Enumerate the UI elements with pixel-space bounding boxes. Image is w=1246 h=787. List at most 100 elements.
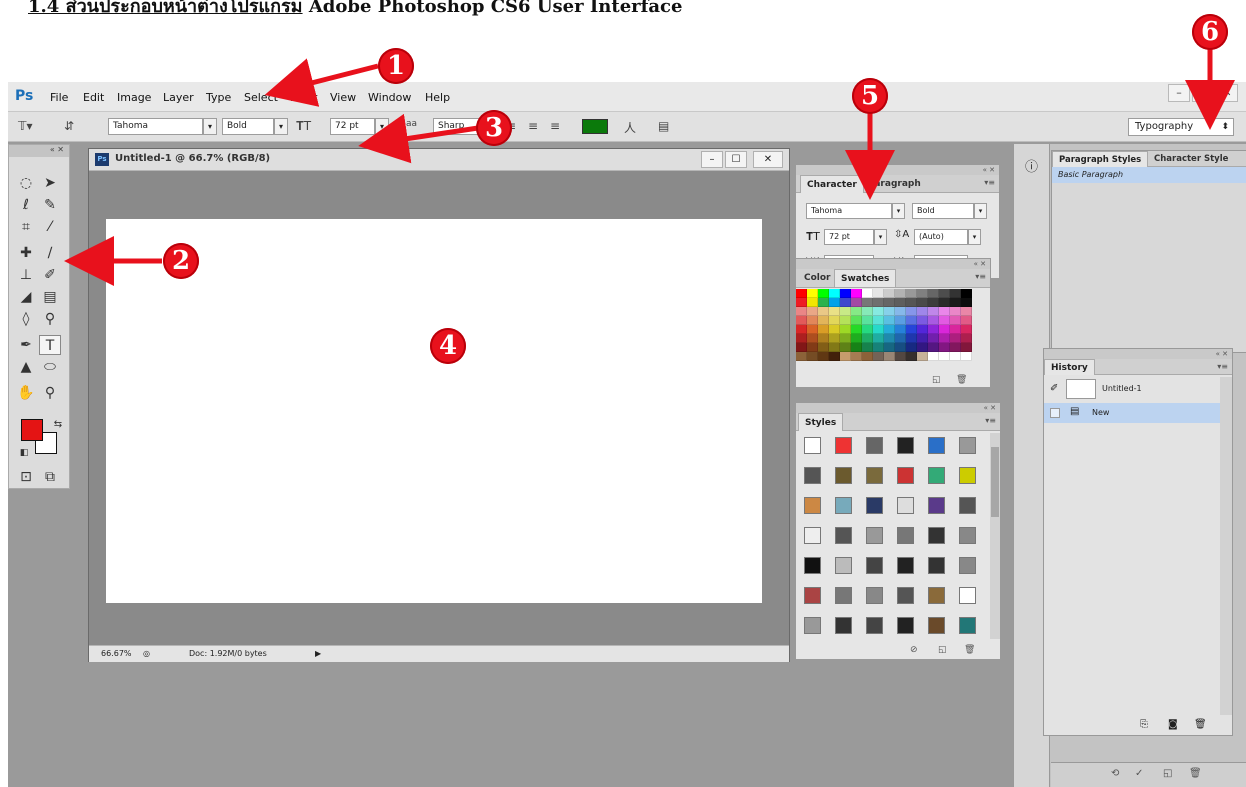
menu-window[interactable]: Window <box>368 91 411 104</box>
zoom-tool-icon[interactable]: ⚲ <box>39 383 61 403</box>
tab-character[interactable]: Character <box>800 175 864 193</box>
styles-panel-menu-icon[interactable]: ▾≡ <box>985 416 996 425</box>
style-thumbnail[interactable] <box>804 467 821 484</box>
character-font-dropdown[interactable]: ▾ <box>892 203 905 219</box>
style-thumbnail[interactable] <box>835 617 852 634</box>
history-panel-menu-icon[interactable]: ▾≡ <box>1217 362 1228 371</box>
doc-close-button[interactable]: ✕ <box>753 151 783 168</box>
style-thumbnail[interactable] <box>835 497 852 514</box>
style-thumbnail[interactable] <box>959 557 976 574</box>
menu-view[interactable]: View <box>330 91 356 104</box>
tab-character-styles[interactable]: Character Style <box>1148 151 1234 167</box>
pen-tool-icon[interactable]: ✒ <box>15 335 37 355</box>
tab-styles[interactable]: Styles <box>798 413 844 431</box>
style-thumbnail[interactable] <box>866 557 883 574</box>
character-panel-collapse[interactable]: « ✕ <box>796 165 999 175</box>
gradient-tool-icon[interactable]: ▤ <box>39 287 61 307</box>
clone-stamp-tool-icon[interactable]: ⊥ <box>15 265 37 285</box>
style-thumbnail[interactable] <box>928 467 945 484</box>
style-item-basic-paragraph[interactable]: Basic Paragraph <box>1052 167 1246 183</box>
styles-scroll-thumb[interactable] <box>991 447 999 517</box>
style-thumbnail[interactable] <box>835 437 852 454</box>
font-family-field[interactable]: Tahoma <box>108 118 203 135</box>
style-thumbnail[interactable] <box>959 497 976 514</box>
character-size-dropdown[interactable]: ▾ <box>874 229 887 245</box>
new-style-icon[interactable]: ◱ <box>938 645 947 655</box>
character-style-dropdown[interactable]: ▾ <box>974 203 987 219</box>
healing-brush-tool-icon[interactable]: ✚ <box>15 243 37 263</box>
styles-scrollbar[interactable] <box>990 433 1000 639</box>
history-brush-tool-icon[interactable]: ✐ <box>39 265 61 285</box>
style-thumbnail[interactable] <box>959 617 976 634</box>
swatches-panel-menu-icon[interactable]: ▾≡ <box>975 272 986 281</box>
style-thumbnail[interactable] <box>804 437 821 454</box>
screen-mode-icon[interactable]: ⧉ <box>39 467 61 487</box>
dodge-tool-icon[interactable]: ⚲ <box>39 309 61 329</box>
style-thumbnail[interactable] <box>897 527 914 544</box>
doc-maximize-button[interactable]: ☐ <box>725 151 747 168</box>
default-colors-icon[interactable]: ◧ <box>13 443 35 463</box>
info-icon[interactable]: ⓘ <box>1025 156 1038 175</box>
delete-style-icon[interactable]: 🗑 <box>964 645 975 655</box>
ellipse-tool-icon[interactable]: ⬭ <box>39 357 61 377</box>
style-thumbnail[interactable] <box>866 587 883 604</box>
lasso-tool-icon[interactable]: ℓ <box>15 195 37 215</box>
leading-dropdown[interactable]: ▾ <box>968 229 981 245</box>
new-snapshot-icon[interactable]: ◙ <box>1168 719 1178 730</box>
history-panel-collapse[interactable]: « ✕ <box>1044 349 1232 359</box>
swatch-grid[interactable] <box>796 289 972 361</box>
history-state-new[interactable]: ▤ New <box>1044 403 1220 423</box>
character-font-field[interactable]: Tahoma <box>806 203 892 219</box>
menu-type[interactable]: Type <box>206 91 231 104</box>
font-size-field[interactable]: 72 pt <box>330 118 375 135</box>
style-thumbnail[interactable] <box>804 527 821 544</box>
style-thumbnail[interactable] <box>804 557 821 574</box>
style-thumbnail[interactable] <box>959 467 976 484</box>
delete-swatch-icon[interactable]: 🗑 <box>956 375 967 385</box>
delete-state-icon[interactable]: 🗑 <box>1194 719 1207 730</box>
tab-paragraph-styles[interactable]: Paragraph Styles <box>1052 151 1149 167</box>
text-color-swatch[interactable] <box>582 119 608 134</box>
style-thumbnail[interactable] <box>866 617 883 634</box>
menu-file[interactable]: File <box>50 91 68 104</box>
swatches-panel-collapse[interactable]: « ✕ <box>796 259 990 269</box>
clear-override-icon[interactable]: ⟲ <box>1111 768 1119 779</box>
style-thumbnail[interactable] <box>866 467 883 484</box>
crop-tool-icon[interactable]: ⌗ <box>15 217 37 237</box>
style-thumbnail[interactable] <box>835 467 852 484</box>
style-thumbnail[interactable] <box>804 617 821 634</box>
path-selection-tool-icon[interactable]: ▲ <box>15 357 37 377</box>
style-thumbnail[interactable] <box>928 557 945 574</box>
new-swatch-icon[interactable]: ◱ <box>932 375 941 385</box>
history-scrollbar[interactable] <box>1220 377 1232 715</box>
style-thumbnail[interactable] <box>866 527 883 544</box>
new-document-from-state-icon[interactable]: ⎘ <box>1140 719 1148 730</box>
align-right-icon[interactable]: ≡ <box>550 119 560 133</box>
tab-color[interactable]: Color <box>798 269 837 287</box>
font-style-dropdown[interactable]: ▾ <box>274 118 288 135</box>
move-tool-icon[interactable]: ➤ <box>39 173 61 193</box>
brush-tool-icon[interactable]: ∕ <box>39 243 61 263</box>
menu-help[interactable]: Help <box>425 91 450 104</box>
style-thumbnail[interactable] <box>897 467 914 484</box>
document-tab[interactable]: Ps Untitled-1 @ 66.7% (RGB/8) – ☐ ✕ <box>89 149 789 171</box>
style-thumbnail[interactable] <box>866 437 883 454</box>
style-thumbnail[interactable] <box>835 527 852 544</box>
tab-paragraph[interactable]: Paragraph <box>862 175 927 193</box>
style-thumbnail[interactable] <box>897 437 914 454</box>
style-thumbnail[interactable] <box>928 587 945 604</box>
new-para-style-icon[interactable]: ◱ <box>1163 768 1172 779</box>
style-thumbnail[interactable] <box>928 437 945 454</box>
style-thumbnail[interactable] <box>897 557 914 574</box>
style-thumbnail[interactable] <box>928 527 945 544</box>
align-center-icon[interactable]: ≡ <box>528 119 538 133</box>
style-thumbnail[interactable] <box>897 497 914 514</box>
style-thumbnail[interactable] <box>835 557 852 574</box>
zoom-level[interactable]: 66.67% <box>101 649 132 658</box>
canvas[interactable] <box>106 219 762 603</box>
leading-field[interactable]: (Auto) <box>914 229 968 245</box>
style-thumbnail[interactable] <box>897 587 914 604</box>
close-button[interactable]: ✕ <box>1216 84 1238 102</box>
style-thumbnail[interactable] <box>959 437 976 454</box>
doc-minimize-button[interactable]: – <box>701 151 723 168</box>
